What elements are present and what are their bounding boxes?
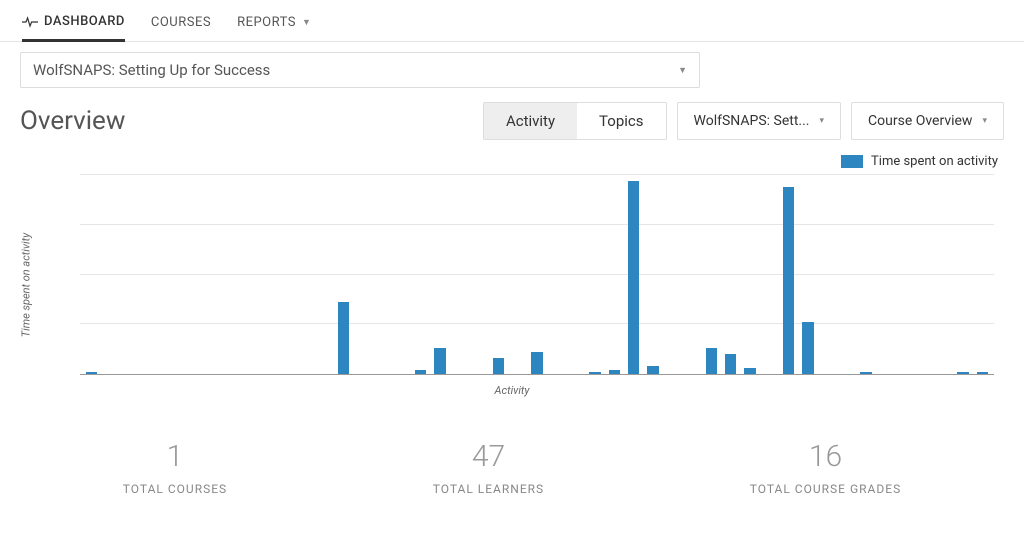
bar: [628, 181, 639, 374]
bar: [609, 370, 620, 374]
bar: [977, 372, 988, 374]
bar: [860, 372, 871, 374]
view-tabs: Activity Topics: [483, 102, 667, 140]
stat-value: 47: [433, 439, 544, 474]
legend-swatch: [841, 155, 863, 168]
chevron-down-icon: ▼: [302, 17, 311, 28]
bars: [80, 175, 994, 374]
nav-label: REPORTS: [237, 15, 296, 30]
bar: [589, 372, 600, 374]
stat-label: TOTAL COURSES: [123, 482, 227, 496]
bar: [86, 372, 97, 374]
nav-courses[interactable]: COURSES: [151, 8, 211, 41]
bar: [415, 370, 426, 374]
tab-activity[interactable]: Activity: [484, 103, 577, 139]
bar: [706, 348, 717, 374]
bar: [338, 302, 349, 374]
stat-value: 1: [123, 439, 227, 474]
bar: [744, 368, 755, 374]
nav-label: DASHBOARD: [44, 14, 125, 29]
title-row: Overview Activity Topics WolfSNAPS: Sett…: [20, 102, 1004, 140]
pulse-icon: [22, 16, 38, 28]
dropdown-label: Course Overview: [868, 113, 972, 129]
top-nav: DASHBOARD COURSES REPORTS ▼: [0, 0, 1024, 42]
bar: [957, 372, 968, 374]
stats-row: 1 TOTAL COURSES 47 TOTAL LEARNERS 16 TOT…: [20, 439, 1004, 496]
chart-container: Time spent on activity Time spent on act…: [20, 154, 1004, 395]
stat-total-courses: 1 TOTAL COURSES: [123, 439, 227, 496]
chart-legend: Time spent on activity: [20, 154, 1004, 169]
bar: [434, 348, 445, 374]
stat-value: 16: [750, 439, 901, 474]
caret-down-icon: ▾: [982, 116, 987, 126]
caret-down-icon: ▾: [820, 116, 825, 126]
y-axis-label: Time spent on activity: [20, 233, 33, 337]
content: WolfSNAPS: Setting Up for Success ▼ Over…: [0, 42, 1024, 516]
controls: Activity Topics WolfSNAPS: Sett... ▾ Cou…: [483, 102, 1004, 140]
page-title: Overview: [20, 106, 125, 136]
bar: [531, 352, 542, 374]
course-select-value: WolfSNAPS: Setting Up for Success: [33, 61, 270, 79]
legend-label: Time spent on activity: [871, 154, 998, 169]
tab-topics[interactable]: Topics: [577, 103, 665, 139]
nav-label: COURSES: [151, 15, 211, 30]
nav-reports[interactable]: REPORTS ▼: [237, 8, 311, 41]
view-filter-dropdown[interactable]: Course Overview ▾: [851, 102, 1004, 140]
stat-total-grades: 16 TOTAL COURSE GRADES: [750, 439, 901, 496]
bar: [493, 358, 504, 374]
dropdown-label: WolfSNAPS: Sett...: [694, 113, 810, 129]
bar: [802, 322, 813, 374]
stat-label: TOTAL LEARNERS: [433, 482, 544, 496]
stat-total-learners: 47 TOTAL LEARNERS: [433, 439, 544, 496]
course-filter-dropdown[interactable]: WolfSNAPS: Sett... ▾: [677, 102, 842, 140]
x-axis-label: Activity: [20, 384, 1004, 397]
course-select[interactable]: WolfSNAPS: Setting Up for Success ▼: [20, 52, 700, 88]
chevron-down-icon: ▼: [678, 65, 687, 76]
bar: [647, 366, 658, 374]
bar: [725, 354, 736, 374]
chart: Time spent on activity Activity: [20, 175, 1004, 395]
nav-dashboard[interactable]: DASHBOARD: [22, 8, 125, 42]
bar: [783, 187, 794, 374]
plot-area: [80, 175, 994, 375]
stat-label: TOTAL COURSE GRADES: [750, 482, 901, 496]
